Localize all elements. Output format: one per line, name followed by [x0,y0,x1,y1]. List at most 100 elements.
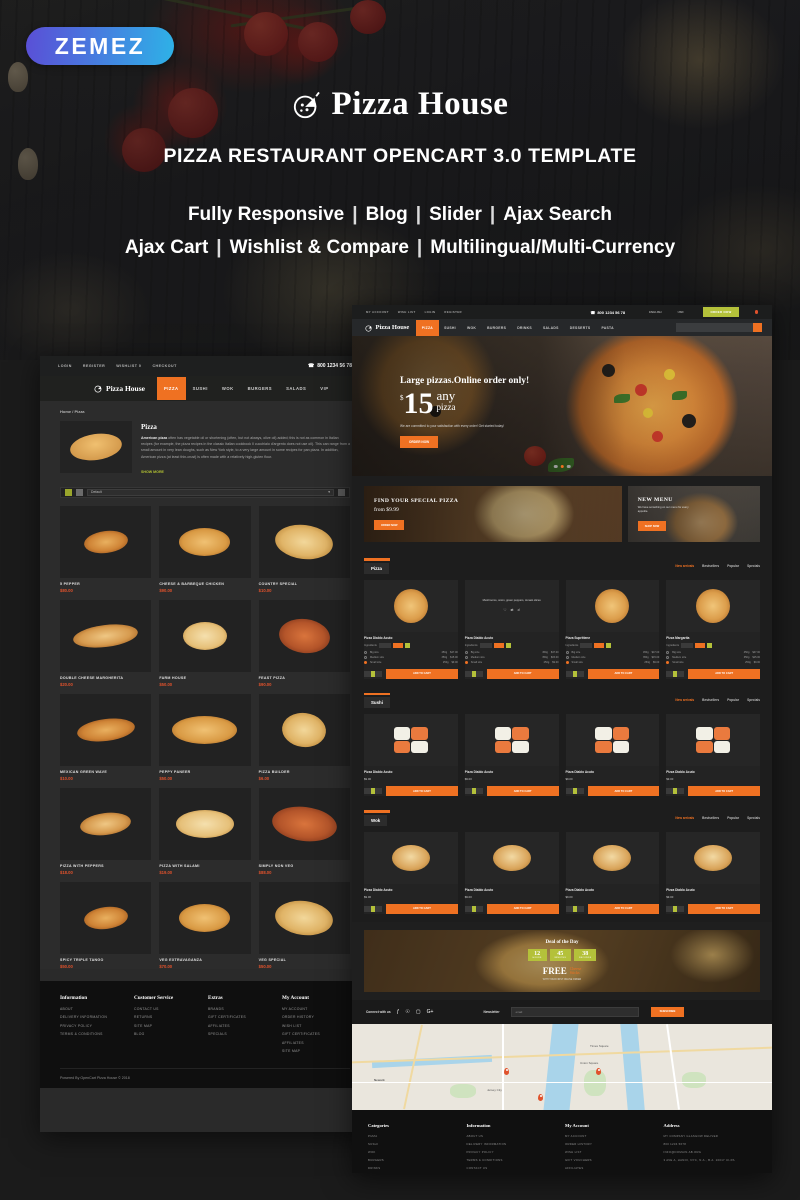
product-actions[interactable]: ADD TO CART [464,786,559,796]
nav-item-desserts[interactable]: DESSERTS [564,320,596,336]
slider-dots[interactable] [553,464,571,468]
location-map[interactable]: Newark Jersey City Union Square Times Sq… [352,1023,772,1110]
footer-link[interactable]: GIFT VOUCHERS [565,1158,658,1162]
product-card[interactable]: Pizza Diablo Acuto Ingredients Big size 450… [364,579,458,679]
quantity-stepper[interactable] [464,670,483,677]
ingredients-stepper[interactable] [580,642,593,648]
nav-item-sushi[interactable]: SUSHI [439,320,462,336]
product-card[interactable]: SIMPLY NON VEG $88.00 [258,787,350,875]
tab-bestsellers[interactable]: Bestsellers [702,564,719,568]
instagram-icon[interactable]: ▢ [416,1009,421,1015]
map-pin[interactable] [538,1093,543,1101]
tab-new-arrivals[interactable]: New arrivals [675,564,694,568]
tab-specials[interactable]: Specials [747,698,760,702]
footer-link[interactable]: DELIVERY INFORMATION [467,1142,560,1146]
quantity-stepper[interactable] [364,670,382,677]
quantity-stepper[interactable] [464,788,483,794]
product-card[interactable]: PIZZA WITH SALAMI $19.00 [159,787,251,875]
nav-item-drinks[interactable]: DRINKS [512,320,538,336]
product-image[interactable] [666,831,760,884]
ingredients-add-button[interactable] [404,642,410,648]
size-radio[interactable] [464,655,468,659]
map-pin[interactable] [596,1067,601,1075]
product-image[interactable] [666,579,760,632]
nav-item-burgers[interactable]: BURGERS [482,320,512,336]
zemez-logo-badge[interactable]: ZEMEZ [26,27,174,65]
footer-link[interactable]: CONTACT US [134,1007,202,1011]
product-actions[interactable]: ADD TO CART [364,668,458,679]
tab-popular[interactable]: Popular [727,698,739,702]
footer-link[interactable]: AFFILIATES [208,1024,276,1028]
product-card[interactable]: Pizza Diablo Acuto $9.00 ADD TO CART [666,714,760,796]
nav-item-salads[interactable]: SALADS [279,377,313,400]
add-to-cart-button[interactable]: ADD TO CART [587,786,660,796]
footer-link[interactable]: 3 AVE A, HANOI, NYC, N.A., B.A. 10017 UI… [664,1158,757,1162]
product-image[interactable] [159,599,251,672]
tab-specials[interactable]: Specials [747,816,760,820]
slider-dot[interactable] [553,464,558,468]
currency-select[interactable]: USD [678,310,684,314]
footer-link[interactable]: ABOUT US [467,1134,560,1138]
add-to-cart-button[interactable]: ADD TO CART [688,786,760,796]
ingredients-row[interactable]: Ingredients [666,642,760,648]
footer-link[interactable]: ORDER HISTORY [565,1142,658,1146]
footer-link[interactable]: DRINKS [368,1166,461,1170]
add-to-cart-button[interactable]: ADD TO CART [587,903,660,914]
quantity-stepper[interactable] [666,788,685,794]
product-actions[interactable]: ADD TO CART [565,786,660,796]
footer-link[interactable]: AFFILIATES [282,1041,350,1045]
product-card[interactable]: Pizza Diablo Acuto $9.00 ADD TO CART [666,831,760,914]
home-page-screenshot[interactable]: MY ACCOUNT WISH LIST LOGIN REGISTER ☎ 80… [352,305,772,1173]
footer-link[interactable]: TERMS & CONDITIONS [467,1158,560,1162]
section-tabs[interactable]: New arrivals Bestsellers Popular Specials [675,564,760,568]
footer-link[interactable]: TERMS & CONDITIONS [60,1032,128,1036]
size-option[interactable]: Medium size 350g $15.00 [464,655,559,659]
size-radio[interactable] [464,660,468,664]
footer-link[interactable]: WISH LIST [565,1150,658,1154]
product-actions[interactable]: ADD TO CART [364,786,458,796]
footer-link[interactable]: BRANDS [208,1007,276,1011]
product-card[interactable]: PIZZA BUILDER $6.00 [258,693,350,781]
size-radio[interactable] [364,650,367,654]
product-image[interactable] [364,579,458,632]
product-card[interactable]: SPICY TRIPLE TANGO $50.00 [60,881,152,969]
nav-item-pizza[interactable]: PIZZA [416,319,439,336]
product-card[interactable]: VEG SPECIAL $50.00 [258,881,350,969]
size-radio[interactable] [364,655,367,659]
footer-link[interactable]: WOK [368,1150,461,1154]
product-card[interactable]: Mushrooms, onion, green peppers, tomato … [464,579,559,679]
list-view-icon[interactable] [76,488,83,496]
product-image[interactable] [60,505,152,578]
add-to-cart-button[interactable]: ADD TO CART [486,786,559,796]
nav-item-burgers[interactable]: BURGERS [241,377,279,400]
product-image[interactable] [464,714,559,766]
footer-link[interactable]: PIZZA [368,1134,461,1138]
footer-link[interactable]: PRIVACY POLICY [467,1150,560,1154]
ingredients-add-button[interactable] [505,642,511,648]
ingredients-stepper[interactable] [479,642,492,648]
newsletter-email-input[interactable]: email [510,1006,639,1017]
product-actions[interactable]: ADD TO CART [565,668,660,679]
add-to-cart-button[interactable]: ADD TO CART [486,668,559,679]
size-radio[interactable] [666,660,670,664]
product-image[interactable] [60,599,152,672]
product-card[interactable]: Pizza Diablo Acuto $9.00 ADD TO CART [565,831,660,914]
show-more-link[interactable]: SHOW MORE [141,470,164,474]
product-image[interactable] [258,505,350,578]
quantity-stepper[interactable] [364,905,382,912]
subscribe-button[interactable]: SUBSCRIBE [650,1006,685,1017]
add-to-cart-button[interactable]: ADD TO CART [386,668,458,679]
size-option[interactable]: Medium size 350g $15.00 [565,655,659,659]
left-main-nav[interactable]: Pizza House PIZZA SUSHI WOK BURGERS SALA… [40,376,370,401]
tab-popular[interactable]: Popular [727,564,739,568]
product-image[interactable] [60,881,152,954]
deal-of-the-day-banner[interactable]: Deal of the Day 12 HOURS 45 MINUTES 38 S… [364,929,760,992]
product-actions[interactable]: ADD TO CART [464,903,559,914]
size-radio[interactable] [464,650,468,654]
footer-link[interactable]: MY ACCOUNT [565,1134,658,1138]
category-page-screenshot[interactable]: LOGIN REGISTER WISHLIST 0 CHECKOUT ☎ 800… [40,356,370,1132]
product-image[interactable] [464,831,559,884]
product-actions[interactable]: ADD TO CART [666,668,760,679]
slider-dot-active[interactable] [560,464,564,468]
product-card[interactable]: 5 PEPPER $80.00 [60,505,152,593]
